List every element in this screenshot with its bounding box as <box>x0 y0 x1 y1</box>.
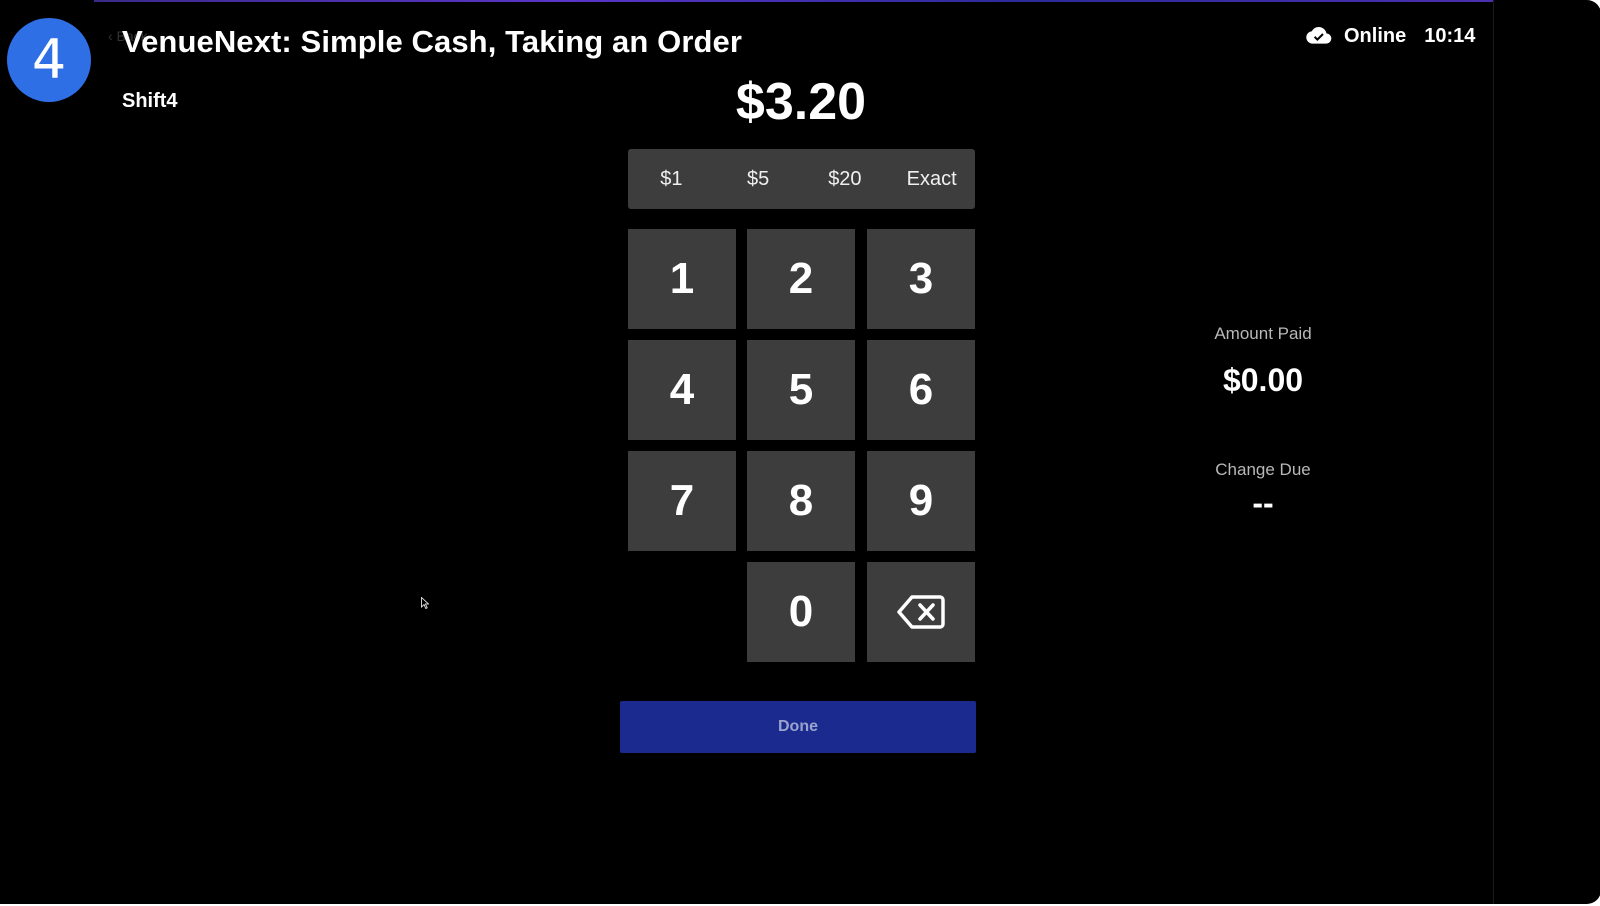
mouse-cursor-icon <box>421 597 429 609</box>
video-title[interactable]: VenueNext: Simple Cash, Taking an Order <box>122 24 742 60</box>
keypad-key-8[interactable]: 8 <box>747 451 855 551</box>
progress-accent-bar <box>94 0 1493 2</box>
channel-logo[interactable]: 4 <box>7 18 91 102</box>
keypad-key-2[interactable]: 2 <box>747 229 855 329</box>
quick-amount-bar: $1 $5 $20 Exact <box>628 149 975 209</box>
quick-amount-1-button[interactable]: $1 <box>628 149 715 209</box>
keypad-key-7[interactable]: 7 <box>628 451 736 551</box>
side-margin <box>1493 0 1600 904</box>
exact-amount-button[interactable]: Exact <box>888 149 975 209</box>
backspace-button[interactable] <box>867 562 975 662</box>
keypad-key-1[interactable]: 1 <box>628 229 736 329</box>
clock-time: 10:14 <box>1424 24 1476 47</box>
keypad-key-5[interactable]: 5 <box>747 340 855 440</box>
amount-paid-label: Amount Paid <box>1214 324 1312 343</box>
status-bar: Online 10:14 <box>1306 22 1475 50</box>
keypad-key-0[interactable]: 0 <box>747 562 855 662</box>
channel-name[interactable]: Shift4 <box>122 90 178 113</box>
quick-amount-20-button[interactable]: $20 <box>802 149 889 209</box>
quick-amount-5-button[interactable]: $5 <box>715 149 802 209</box>
keypad-key-9[interactable]: 9 <box>867 451 975 551</box>
keypad-key-4[interactable]: 4 <box>628 340 736 440</box>
order-total: $3.20 <box>735 73 867 131</box>
cloud-check-icon <box>1306 27 1332 44</box>
keypad-key-6[interactable]: 6 <box>867 340 975 440</box>
done-button[interactable]: Done <box>620 701 976 753</box>
change-due-value: -- <box>1252 485 1274 521</box>
amount-paid-value: $0.00 <box>1222 362 1304 398</box>
keypad-key-3[interactable]: 3 <box>867 229 975 329</box>
connection-status: Online <box>1344 24 1407 47</box>
video-frame: 4 ‹ Back VenueNext: Simple Cash, Taking … <box>0 0 1493 904</box>
backspace-icon <box>897 595 945 629</box>
change-due-label: Change Due <box>1215 460 1311 479</box>
